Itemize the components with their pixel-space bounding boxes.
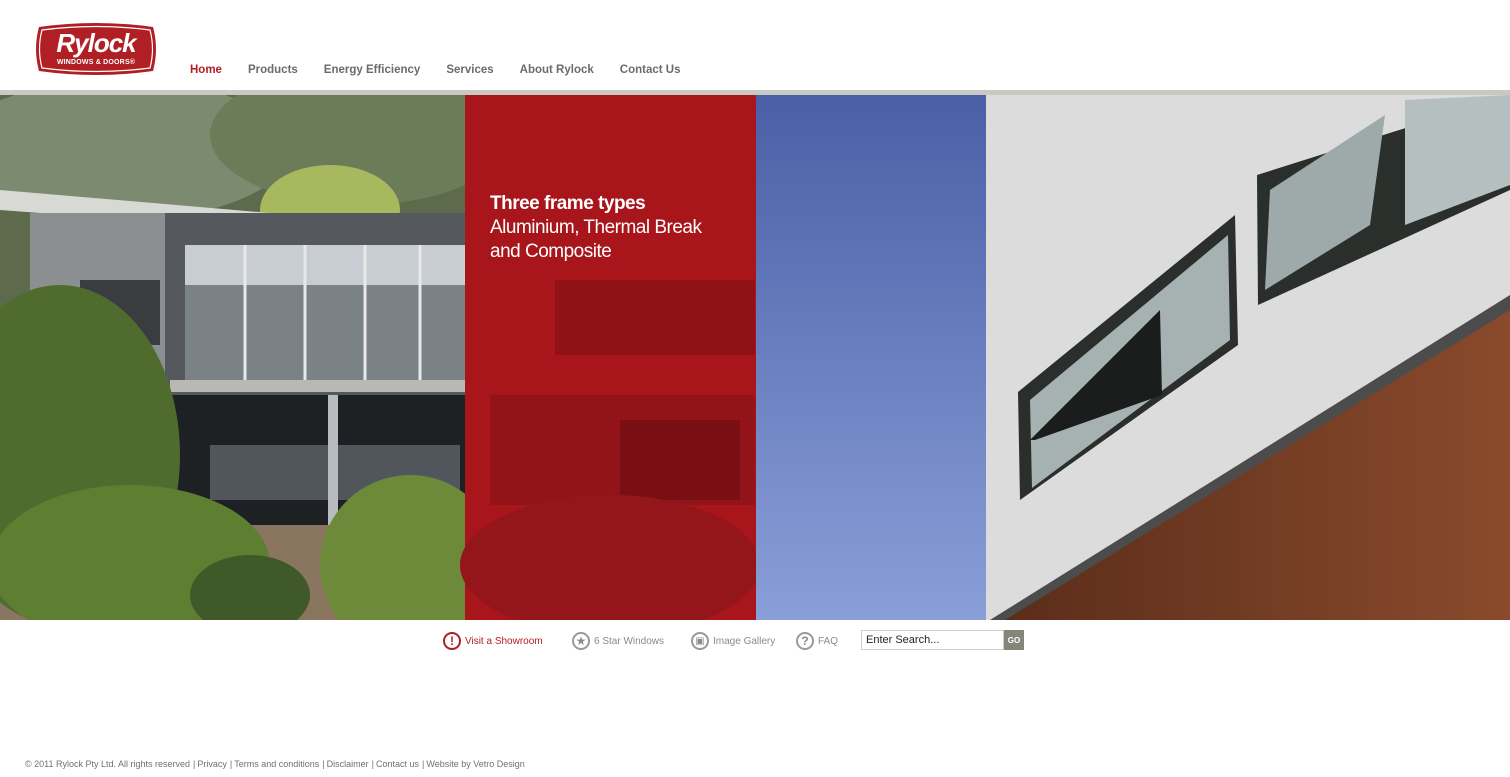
gallery-icon: ▣ (691, 632, 709, 650)
footer-link-contact[interactable]: Contact us (376, 759, 419, 769)
six-star-windows-link[interactable]: ★ 6 Star Windows (572, 630, 664, 652)
footer-link-disclaimer[interactable]: Disclaimer (327, 759, 369, 769)
footer-link-terms[interactable]: Terms and conditions (234, 759, 319, 769)
hero-subheading-line2: and Composite (490, 241, 612, 262)
footer-link-vetro-design[interactable]: Website by Vetro Design (426, 759, 524, 769)
hero-banner: Three frame types Aluminium, Thermal Bre… (0, 95, 1510, 620)
hero-subheading-line1: Aluminium, Thermal Break (490, 217, 702, 238)
question-icon: ? (796, 632, 814, 650)
logo-tagline: WINDOWS & DOORS® (56, 59, 136, 66)
visit-showroom-label: Visit a Showroom (465, 635, 543, 647)
nav-item-home[interactable]: Home (190, 64, 222, 76)
footer-separator: | (193, 759, 196, 769)
six-star-windows-label: 6 Star Windows (594, 635, 665, 647)
footer-separator: | (322, 759, 325, 769)
footer-separator: | (229, 759, 233, 769)
footer-separator: | (371, 759, 374, 769)
copyright-text: © 2011 Rylock Pty Ltd. All rights reserv… (25, 759, 191, 769)
search-go-button[interactable]: GO (1004, 630, 1024, 650)
star-icon: ★ (572, 632, 590, 650)
footer-separator: | (422, 759, 425, 769)
visit-showroom-link[interactable]: ! Visit a Showroom (443, 630, 543, 652)
site-footer: © 2011 Rylock Pty Ltd. All rights reserv… (25, 759, 525, 769)
main-nav: Home Products Energy Efficiency Services… (190, 64, 706, 76)
nav-item-services[interactable]: Services (446, 64, 493, 76)
hero-heading: Three frame types (490, 193, 646, 214)
exclamation-icon: ! (443, 632, 461, 650)
hero-caption: Three frame types Aluminium, Thermal Bre… (490, 192, 740, 264)
footer-link-privacy[interactable]: Privacy (197, 759, 227, 769)
faq-label: FAQ (818, 635, 839, 647)
faq-link[interactable]: ? FAQ (796, 630, 838, 652)
nav-item-contact-us[interactable]: Contact Us (620, 64, 681, 76)
hero-image (0, 95, 1510, 620)
logo-wordmark: Rylock (56, 28, 136, 58)
nav-item-products[interactable]: Products (248, 64, 298, 76)
nav-item-energy-efficiency[interactable]: Energy Efficiency (324, 64, 421, 76)
image-gallery-label: Image Gallery (713, 635, 776, 647)
image-gallery-link[interactable]: ▣ Image Gallery (691, 630, 775, 652)
rylock-logo[interactable]: Rylock WINDOWS & DOORS® (33, 23, 159, 75)
nav-item-about-rylock[interactable]: About Rylock (520, 64, 594, 76)
site-header: Rylock WINDOWS & DOORS® Home Products En… (0, 0, 1510, 91)
search-input[interactable] (861, 630, 1004, 650)
